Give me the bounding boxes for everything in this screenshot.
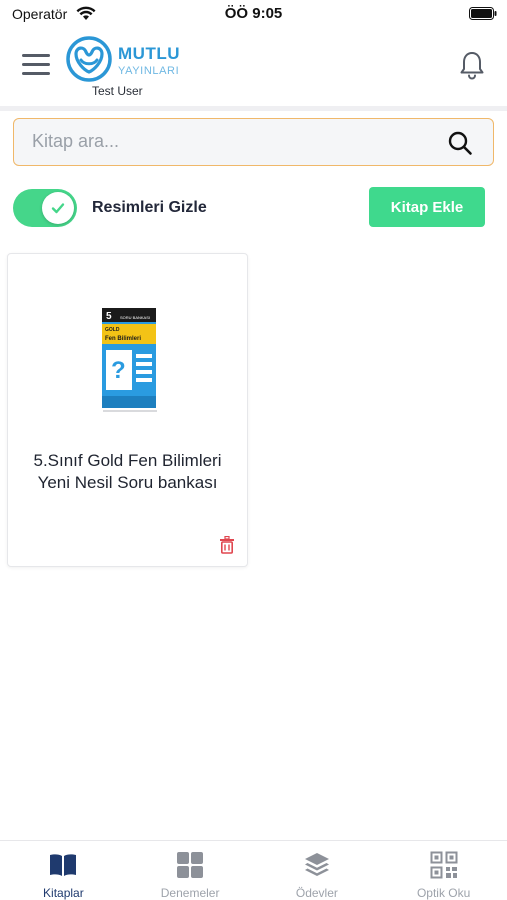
hide-images-label: Resimleri Gizle	[92, 199, 207, 216]
notification-bell-icon[interactable]	[459, 50, 485, 80]
layers-icon	[304, 853, 329, 876]
status-bar: Operatör ÖÖ 9:05	[0, 0, 507, 28]
logo-word-primary: MUTLU	[118, 44, 180, 63]
cover-series: SORU BANKASI	[120, 315, 150, 320]
add-book-button[interactable]: Kitap Ekle	[369, 187, 485, 227]
cover-subject: Fen Bilimleri	[105, 336, 141, 342]
battery-icon	[469, 7, 497, 20]
delete-trash-icon[interactable]	[219, 536, 235, 554]
tab-denemeler[interactable]: Denemeler	[127, 841, 254, 900]
search-input[interactable]	[32, 119, 432, 164]
app-header: MUTLU YAYINLARI Test User	[0, 28, 507, 106]
bottom-tab-bar: Kitaplar Denemeler Ödevler Optik Oku	[0, 840, 507, 900]
toggle-knob	[42, 192, 74, 224]
book-icon	[50, 854, 77, 876]
tab-label-denemeler: Denemeler	[160, 886, 220, 900]
tab-label-optik-oku: Optik Oku	[416, 886, 471, 900]
book-title: 5.Sınıf Gold Fen Bilimleri Yeni Nesil So…	[33, 451, 222, 492]
cover-grade: 5	[106, 311, 112, 322]
tab-odevler[interactable]: Ödevler	[254, 841, 381, 900]
search-bar	[13, 118, 494, 166]
book-card[interactable]: 5 SORU BANKASI GOLD Fen Bilimleri ? 5.Sı…	[7, 253, 248, 567]
logo-mark-icon	[66, 36, 112, 82]
clock-label: ÖÖ 9:05	[224, 5, 283, 22]
qr-code-icon	[430, 851, 458, 879]
grid-icon	[177, 852, 204, 878]
tab-kitaplar[interactable]: Kitaplar	[0, 841, 127, 900]
tab-label-kitaplar: Kitaplar	[43, 886, 84, 900]
search-icon[interactable]	[447, 130, 473, 156]
hide-images-toggle[interactable]	[13, 189, 77, 227]
svg-text:?: ?	[111, 357, 126, 384]
tab-label-odevler: Ödevler	[295, 886, 338, 900]
user-name: Test User	[92, 84, 143, 98]
tab-optik-oku[interactable]: Optik Oku	[380, 841, 507, 900]
hamburger-menu-icon[interactable]	[22, 54, 50, 78]
book-cover-image: 5 SORU BANKASI GOLD Fen Bilimleri ?	[100, 306, 160, 412]
header-divider	[0, 106, 507, 111]
brand-logo: MUTLU YAYINLARI	[66, 36, 186, 86]
check-icon	[51, 203, 65, 214]
logo-word-secondary: YAYINLARI	[118, 65, 180, 77]
cover-brand: GOLD	[105, 327, 120, 333]
